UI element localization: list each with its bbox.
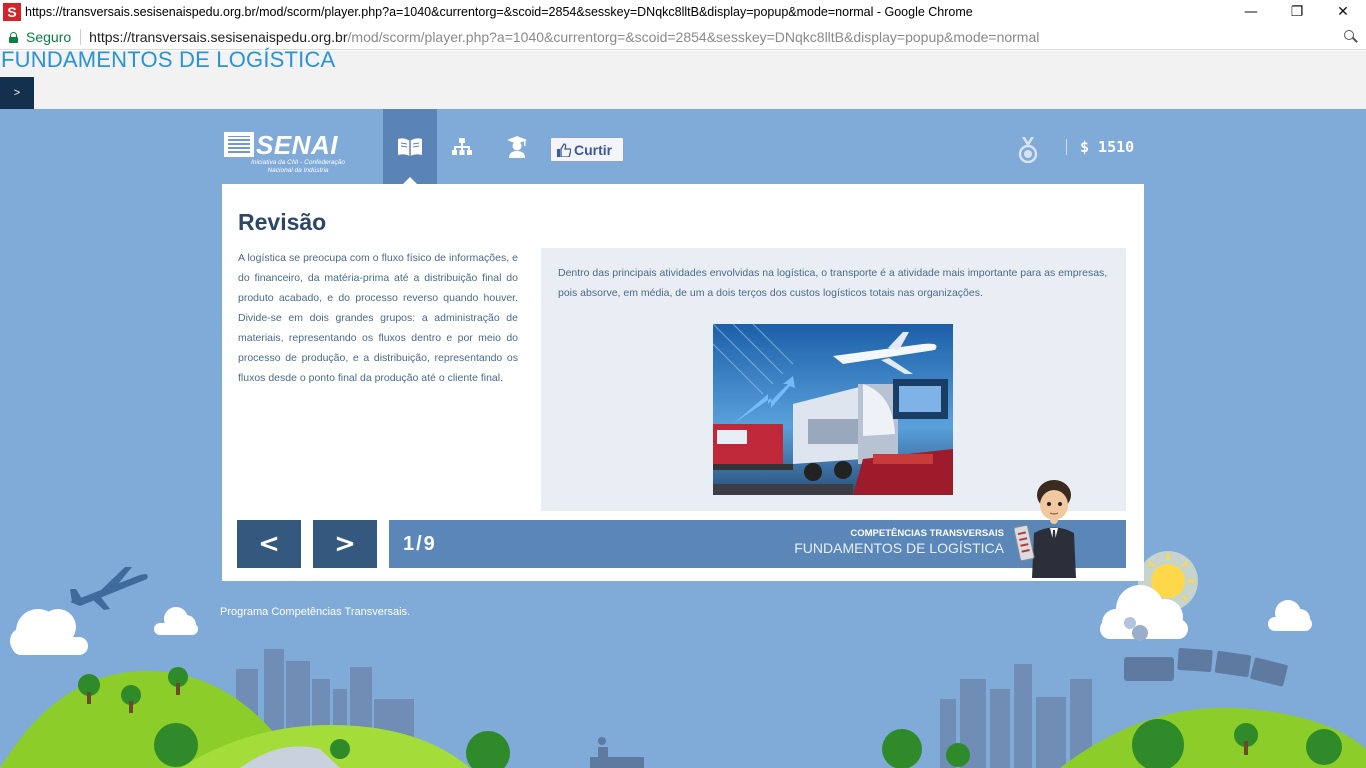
sitemap-icon bbox=[452, 137, 472, 155]
lock-icon[interactable] bbox=[9, 31, 18, 43]
like-button[interactable]: Curtir bbox=[550, 137, 624, 162]
url-text[interactable]: https://transversais.sesisenaispedu.org.… bbox=[89, 29, 1039, 45]
info-box: Dentro das principais atividades envolvi… bbox=[541, 248, 1126, 511]
toc-toggle-button[interactable]: > bbox=[0, 77, 34, 109]
course-stage: SENAI Iniciativa da CNI - Confederação N… bbox=[0, 109, 1366, 768]
close-button[interactable]: ✕ bbox=[1320, 0, 1366, 24]
thumbs-up-icon bbox=[557, 142, 571, 157]
content-body-text: A logística se preocupa com o fluxo físi… bbox=[238, 252, 518, 384]
landscape-illustration bbox=[0, 551, 1366, 768]
site-favicon-icon: S bbox=[3, 3, 21, 21]
window-title: https://transversais.sesisenaispedu.org.… bbox=[25, 5, 973, 19]
course-label: COMPETÊNCIAS TRANSVERSAIS FUNDAMENTOS DE… bbox=[794, 528, 1004, 556]
score-value: $ 1510 bbox=[1080, 138, 1135, 156]
content-panel: Revisão A logística se preocupa com o fl… bbox=[222, 184, 1144, 581]
score-separator bbox=[1066, 139, 1067, 155]
page-header: FUNDAMENTOS DE LOGÍSTICA > bbox=[0, 47, 1366, 109]
cloud-icon bbox=[10, 609, 88, 655]
course-label-small: COMPETÊNCIAS TRANSVERSAIS bbox=[850, 528, 1004, 539]
next-page-button[interactable]: > bbox=[313, 520, 377, 568]
like-label: Curtir bbox=[574, 141, 613, 158]
window-titlebar: S https://transversais.sesisenaispedu.or… bbox=[0, 0, 1366, 24]
zoom-icon[interactable] bbox=[1344, 30, 1358, 44]
tab-profile[interactable] bbox=[496, 109, 538, 184]
info-box-text: Dentro das principais atividades envolvi… bbox=[558, 267, 1108, 299]
course-label-big: FUNDAMENTOS DE LOGÍSTICA bbox=[794, 540, 1004, 556]
senai-mark-icon bbox=[224, 132, 254, 157]
graduate-icon bbox=[507, 135, 527, 158]
page-counter: 1/9 bbox=[403, 533, 437, 555]
ship-icon bbox=[590, 737, 644, 768]
footer-note: Programa Competências Transversais. bbox=[220, 606, 411, 618]
medal-icon[interactable] bbox=[1017, 137, 1039, 163]
senai-tagline: Iniciativa da CNI - Confederação Naciona… bbox=[251, 159, 345, 174]
senai-wordmark: SENAI bbox=[256, 130, 338, 160]
address-separator bbox=[80, 29, 82, 45]
content-heading: Revisão bbox=[238, 209, 327, 235]
window-controls: — ❐ ✕ bbox=[1228, 0, 1366, 24]
transport-image bbox=[713, 324, 953, 495]
tab-content[interactable] bbox=[383, 109, 437, 184]
senai-logo: SENAI Iniciativa da CNI - Confederação N… bbox=[224, 130, 358, 176]
url-path: /mod/scorm/player.php?a=1040&currentorg=… bbox=[347, 29, 1040, 45]
restore-button[interactable]: ❐ bbox=[1274, 0, 1320, 24]
tab-sitemap[interactable] bbox=[441, 109, 483, 184]
mascot-character bbox=[1014, 480, 1076, 578]
cloud-icon bbox=[154, 607, 198, 635]
minimize-button[interactable]: — bbox=[1228, 0, 1274, 24]
secure-label[interactable]: Seguro bbox=[26, 29, 71, 45]
page-title: FUNDAMENTOS DE LOGÍSTICA bbox=[1, 47, 336, 72]
url-host: https://transversais.sesisenaispedu.org.… bbox=[89, 29, 348, 45]
book-icon bbox=[398, 137, 422, 156]
cloud-icon bbox=[1268, 600, 1312, 631]
airplane-icon bbox=[70, 567, 148, 610]
prev-page-button[interactable]: < bbox=[237, 520, 301, 568]
